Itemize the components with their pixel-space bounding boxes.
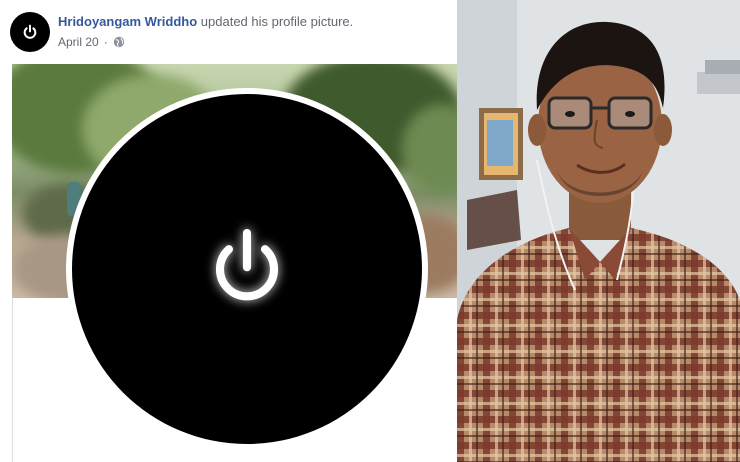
portrait-illustration (457, 0, 740, 462)
separator-dot: · (103, 35, 108, 49)
post-header: Hridoyangam Wriddho updated his profile … (58, 14, 353, 29)
author-avatar[interactable] (10, 12, 50, 52)
power-icon (216, 228, 278, 301)
post-date[interactable]: April 20 (58, 35, 99, 49)
action-text: updated his profile picture. (200, 14, 354, 29)
power-icon (23, 24, 37, 39)
post-meta: April 20 · (58, 35, 125, 49)
facebook-post: Hridoyangam Wriddho updated his profile … (0, 0, 457, 462)
portrait-photo (457, 0, 740, 462)
author-name-link[interactable]: Hridoyangam Wriddho (58, 14, 197, 29)
globe-icon[interactable] (113, 36, 125, 48)
profile-picture[interactable] (72, 94, 422, 444)
